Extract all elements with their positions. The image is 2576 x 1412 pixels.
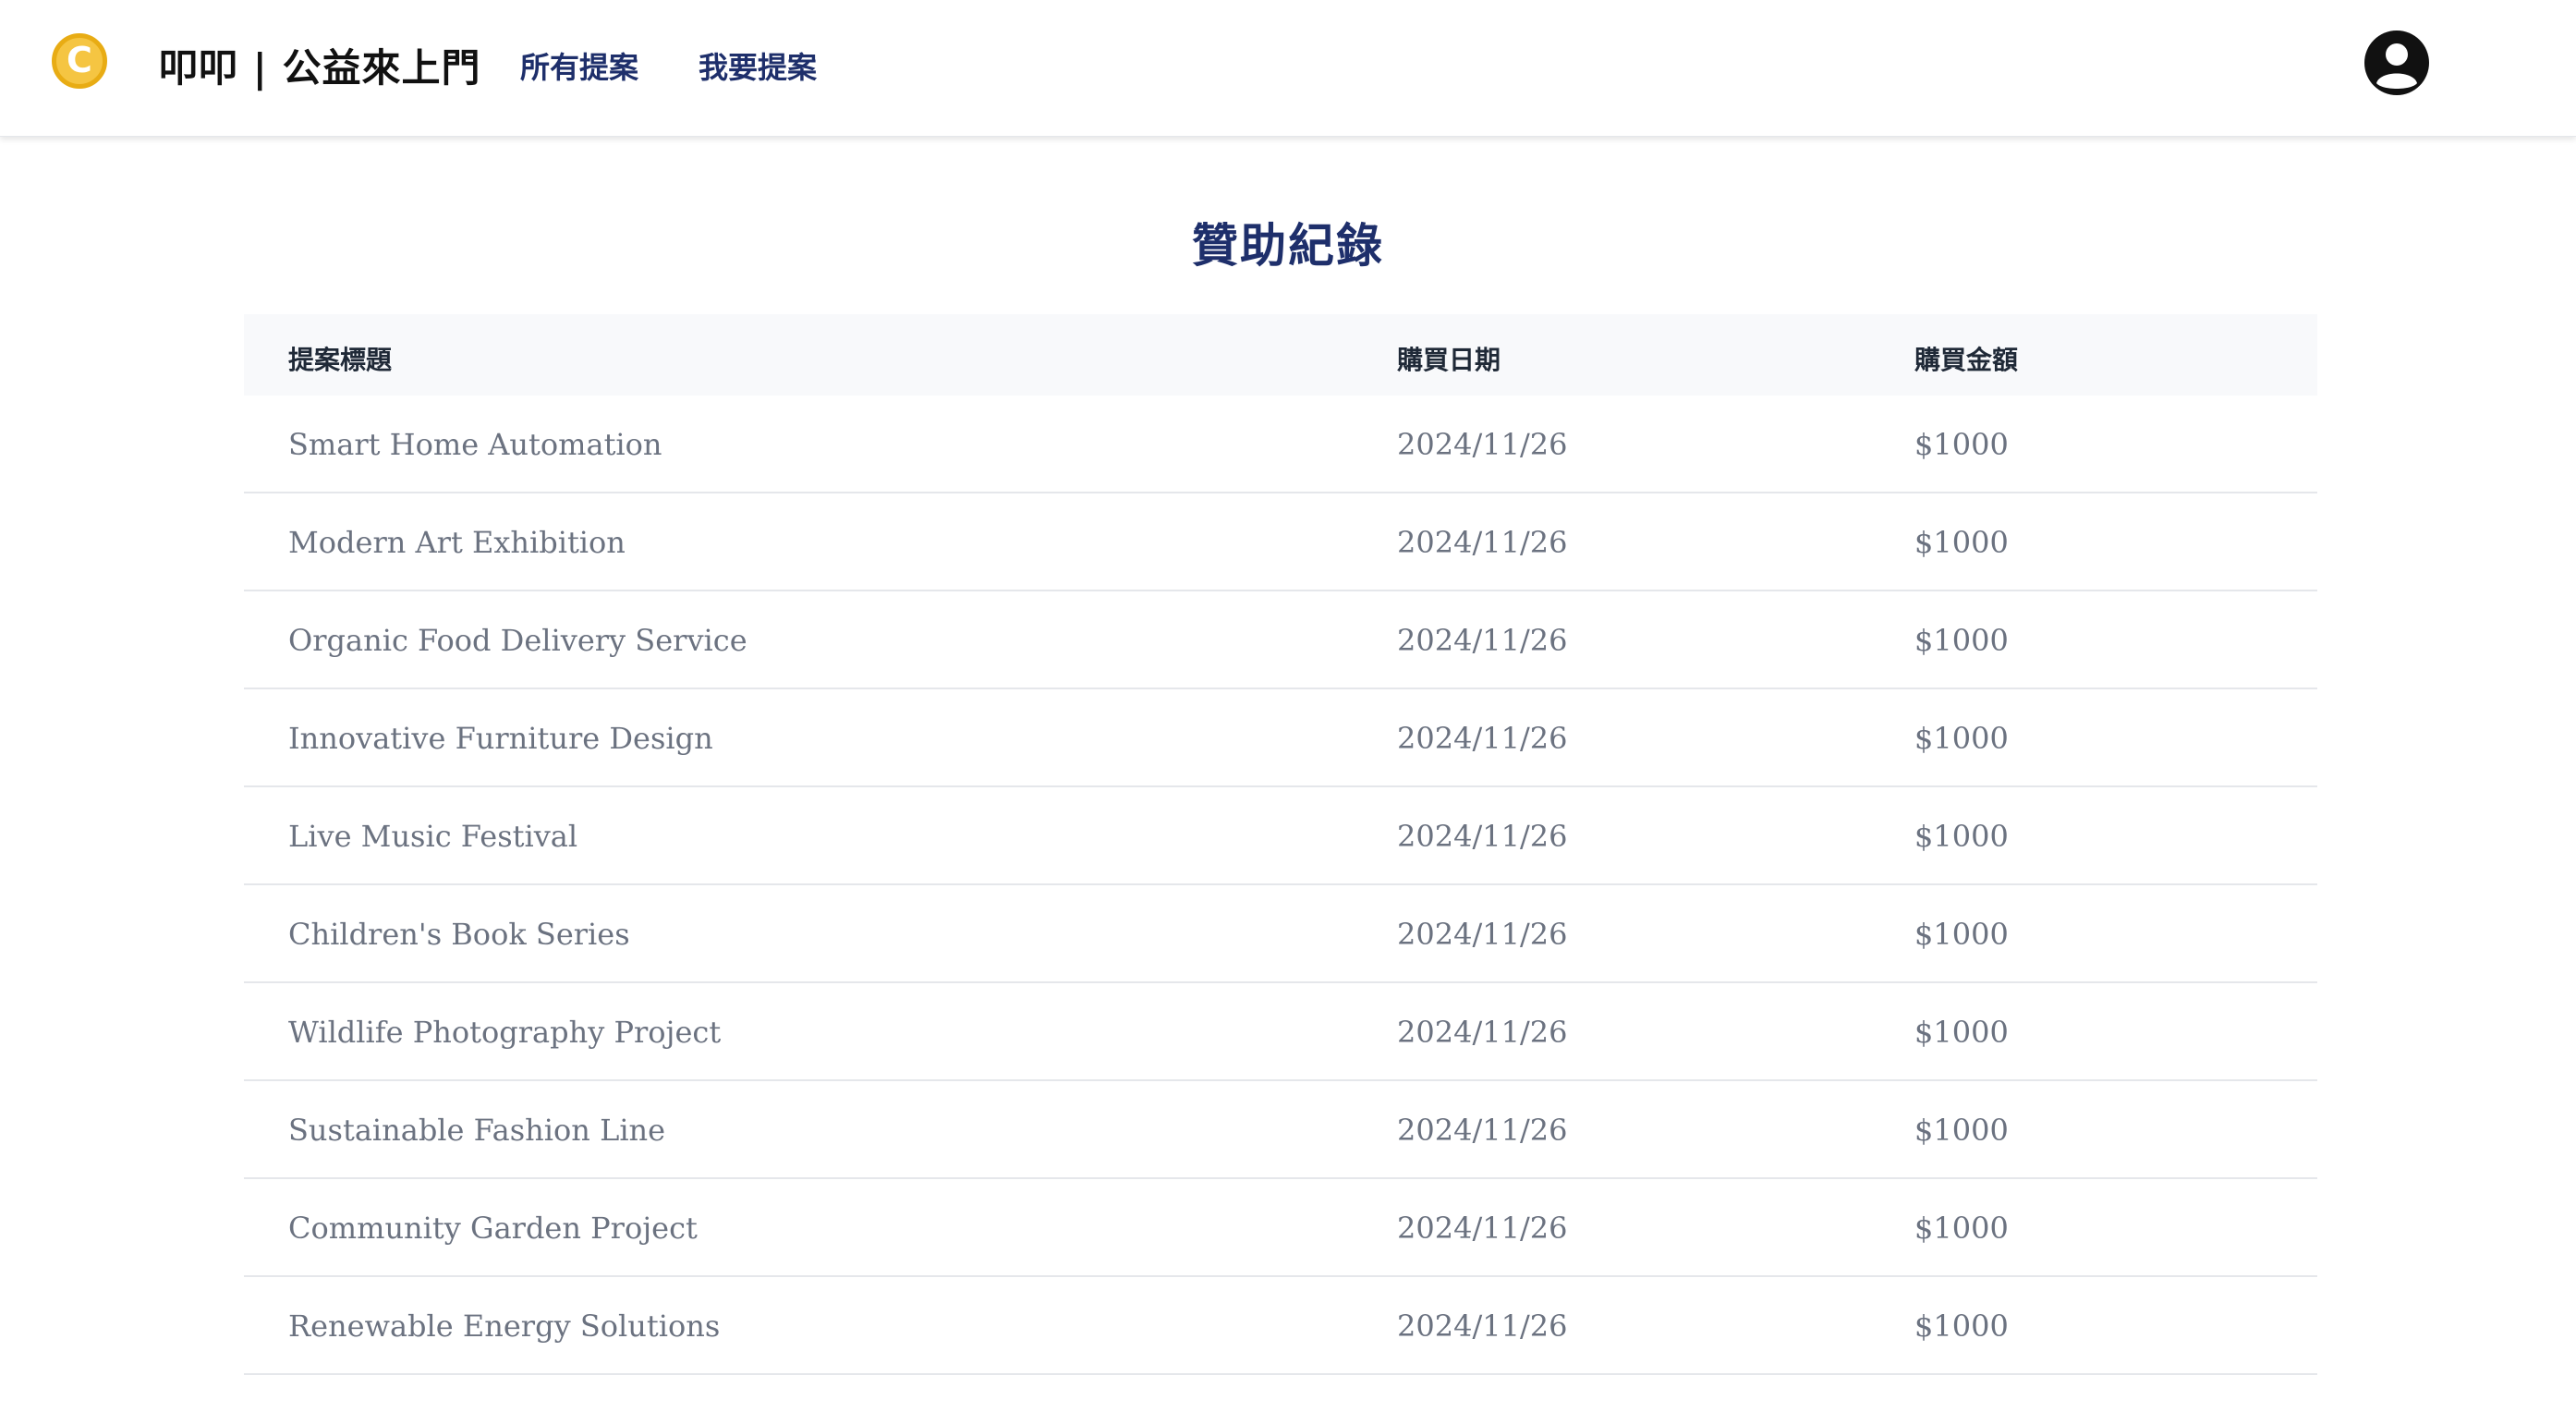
row-date: 2024/11/26 xyxy=(1397,1211,1568,1246)
row-amount: $1000 xyxy=(1914,427,2009,462)
row-amount: $1000 xyxy=(1914,1309,2009,1344)
table-row: Organic Food Delivery Service 2024/11/26… xyxy=(244,591,2317,689)
table-row: Sustainable Fashion Line 2024/11/26 $100… xyxy=(244,1081,2317,1179)
table-row: Live Music Festival 2024/11/26 $1000 xyxy=(244,787,2317,885)
row-date: 2024/11/26 xyxy=(1397,525,1568,560)
column-header-amount: 購買金額 xyxy=(1914,345,2019,375)
row-title: Live Music Festival xyxy=(288,819,578,854)
table-row: Children's Book Series 2024/11/26 $1000 xyxy=(244,885,2317,983)
top-navbar: C 叩叩 | 公益來上門 所有提案 我要提案 xyxy=(0,0,2576,137)
table-row: Renewable Energy Solutions 2024/11/26 $1… xyxy=(244,1277,2317,1375)
row-date: 2024/11/26 xyxy=(1397,819,1568,854)
row-title: Community Garden Project xyxy=(288,1211,698,1246)
table-row: Modern Art Exhibition 2024/11/26 $1000 xyxy=(244,493,2317,591)
row-date: 2024/11/26 xyxy=(1397,1015,1568,1050)
nav-link-create-proposal[interactable]: 我要提案 xyxy=(699,44,817,87)
row-amount: $1000 xyxy=(1914,1015,2009,1050)
row-date: 2024/11/26 xyxy=(1397,623,1568,658)
row-date: 2024/11/26 xyxy=(1397,1309,1568,1344)
row-amount: $1000 xyxy=(1914,721,2009,756)
table-row: Smart Home Automation 2024/11/26 $1000 xyxy=(244,396,2317,493)
copyright-logo-icon[interactable]: C xyxy=(52,33,107,89)
table-row: Innovative Furniture Design 2024/11/26 $… xyxy=(244,689,2317,787)
nav-link-all-proposals[interactable]: 所有提案 xyxy=(520,44,638,87)
row-amount: $1000 xyxy=(1914,525,2009,560)
user-account-icon[interactable] xyxy=(2363,30,2430,96)
table-row: Community Garden Project 2024/11/26 $100… xyxy=(244,1179,2317,1277)
row-date: 2024/11/26 xyxy=(1397,721,1568,756)
row-amount: $1000 xyxy=(1914,917,2009,952)
table-row: Wildlife Photography Project 2024/11/26 … xyxy=(244,983,2317,1081)
row-amount: $1000 xyxy=(1914,623,2009,658)
sponsorship-table: 提案標題 購買日期 購買金額 Smart Home Automation 202… xyxy=(244,314,2317,1375)
column-header-date: 購買日期 xyxy=(1397,345,1501,375)
row-title: Innovative Furniture Design xyxy=(288,721,713,756)
row-title: Organic Food Delivery Service xyxy=(288,623,747,658)
row-title: Renewable Energy Solutions xyxy=(288,1309,721,1344)
row-amount: $1000 xyxy=(1914,1211,2009,1246)
row-title: Smart Home Automation xyxy=(288,427,662,462)
row-date: 2024/11/26 xyxy=(1397,1113,1568,1148)
page-title: 贊助紀錄 xyxy=(1192,218,1384,273)
row-title: Wildlife Photography Project xyxy=(288,1015,722,1050)
row-date: 2024/11/26 xyxy=(1397,917,1568,952)
logo-glyph: C xyxy=(67,40,92,80)
table-header: 提案標題 購買日期 購買金額 xyxy=(244,314,2317,396)
row-title: Modern Art Exhibition xyxy=(288,525,626,560)
row-amount: $1000 xyxy=(1914,819,2009,854)
brand-title[interactable]: 叩叩 | 公益來上門 xyxy=(159,37,481,93)
row-title: Sustainable Fashion Line xyxy=(288,1113,666,1148)
row-title: Children's Book Series xyxy=(288,917,630,952)
row-date: 2024/11/26 xyxy=(1397,427,1568,462)
column-header-title: 提案標題 xyxy=(288,345,393,375)
row-amount: $1000 xyxy=(1914,1113,2009,1148)
